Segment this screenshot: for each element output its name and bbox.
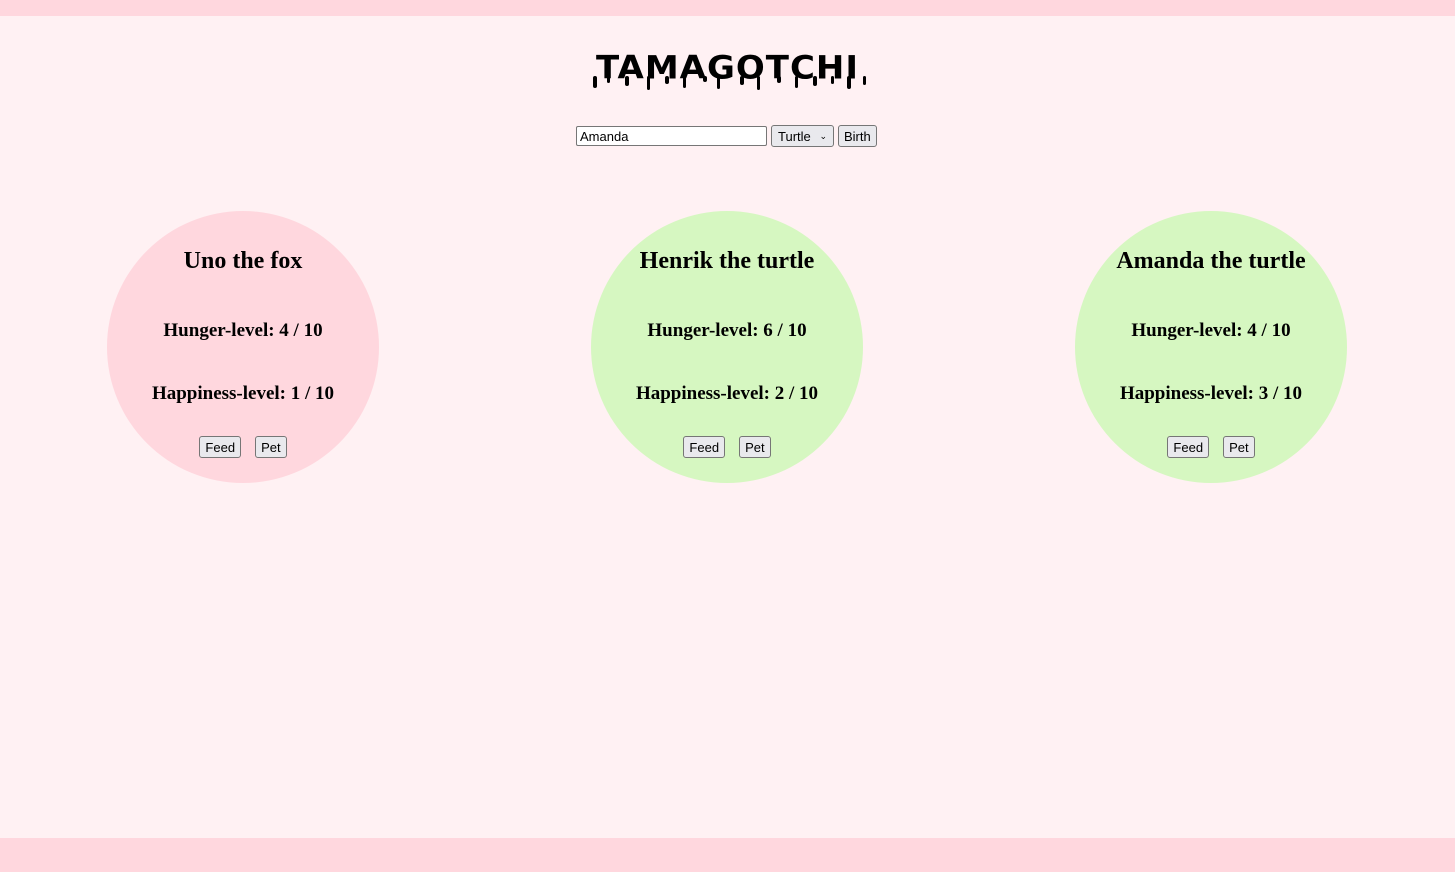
pet-card: Uno the fox Hunger-level: 4 / 10 Happine… [107, 211, 379, 483]
pet-actions: Feed Pet [591, 436, 863, 458]
pet-name-input[interactable] [576, 126, 767, 146]
pet-name: Uno the fox [183, 248, 303, 274]
happiness-level: Happiness-level: 3 / 10 [1119, 383, 1303, 404]
pet-name: Henrik the turtle [639, 248, 815, 274]
species-select[interactable]: Turtle ⌄ [771, 125, 834, 147]
chevron-down-icon: ⌄ [819, 130, 827, 141]
bottom-bar [0, 838, 1455, 872]
feed-button[interactable]: Feed [199, 436, 242, 458]
feed-button[interactable]: Feed [683, 436, 726, 458]
happiness-level: Happiness-level: 2 / 10 [635, 383, 819, 404]
species-select-value: Turtle [778, 128, 811, 144]
pet-card: Amanda the turtle Hunger-level: 4 / 10 H… [1075, 211, 1347, 483]
drip-decoration-icon [593, 76, 866, 90]
feed-button[interactable]: Feed [1167, 436, 1210, 458]
pet-card: Henrik the turtle Hunger-level: 6 / 10 H… [591, 211, 863, 483]
happiness-level: Happiness-level: 1 / 10 [151, 383, 335, 404]
hunger-level: Hunger-level: 4 / 10 [1131, 320, 1291, 341]
top-bar [0, 0, 1455, 16]
pet-button[interactable]: Pet [255, 436, 287, 458]
pet-button[interactable]: Pet [739, 436, 771, 458]
pet-actions: Feed Pet [1075, 436, 1347, 458]
pet-name: Amanda the turtle [1116, 248, 1306, 274]
birth-button[interactable]: Birth [838, 125, 877, 147]
hunger-level: Hunger-level: 4 / 10 [163, 320, 323, 341]
birth-form: Turtle ⌄ Birth [576, 125, 877, 147]
pet-button[interactable]: Pet [1223, 436, 1255, 458]
pet-actions: Feed Pet [107, 436, 379, 458]
hunger-level: Hunger-level: 6 / 10 [647, 320, 807, 341]
